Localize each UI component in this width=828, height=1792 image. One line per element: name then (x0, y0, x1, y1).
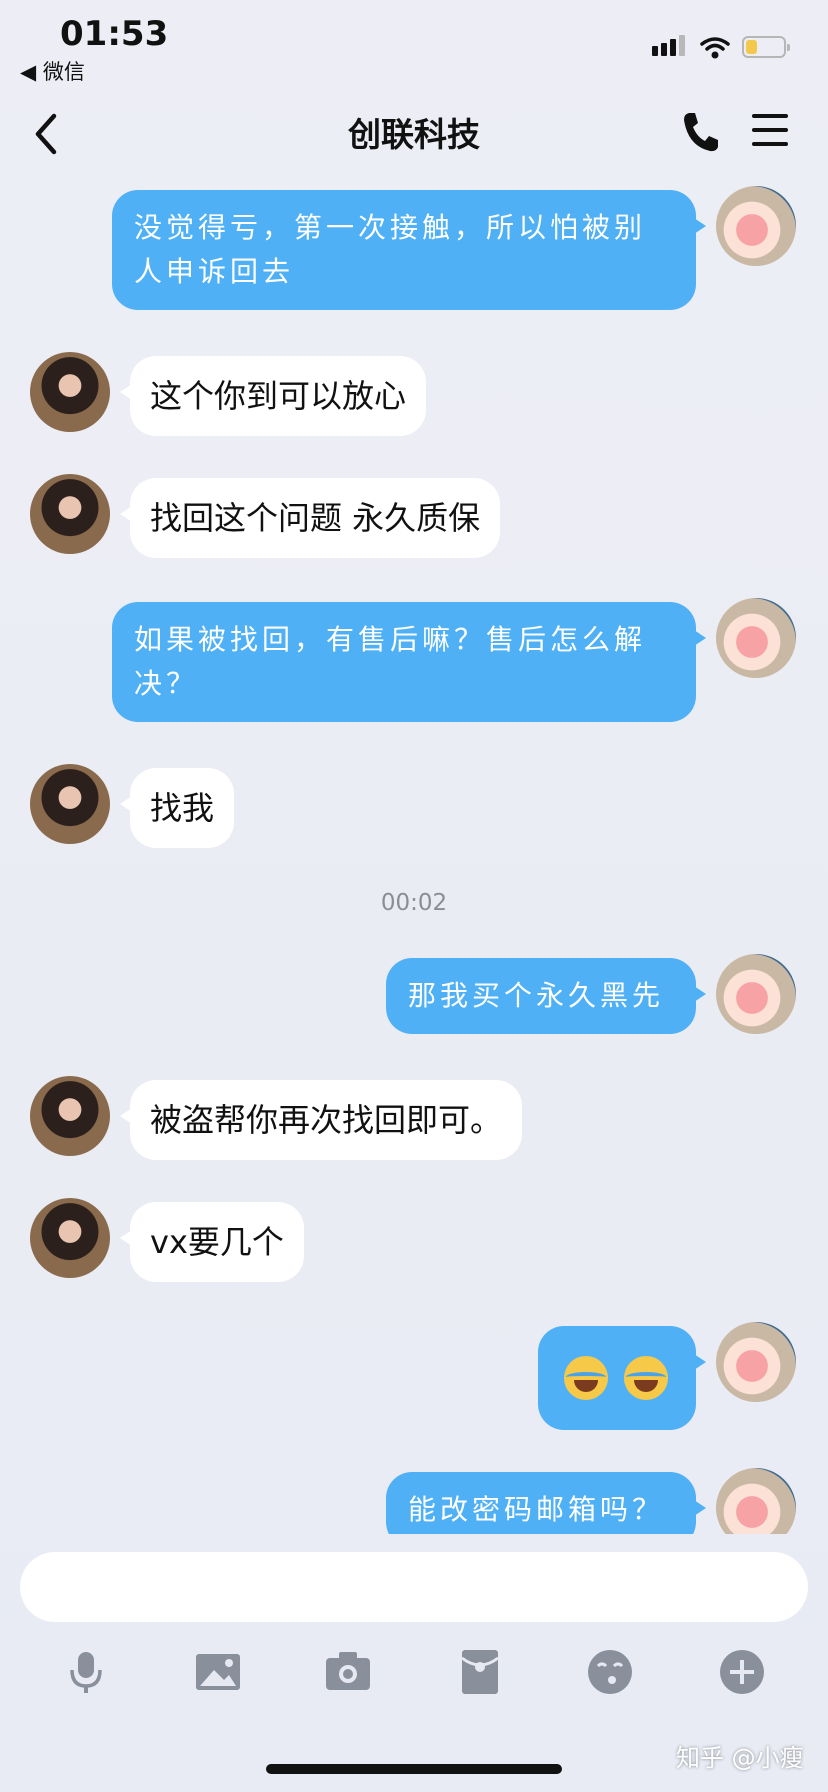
back-to-wechat-link[interactable]: ◀ 微信 (20, 56, 85, 86)
contact-avatar[interactable] (30, 1198, 110, 1278)
microphone-icon[interactable] (62, 1648, 110, 1696)
message-bubble-received[interactable]: 这个你到可以放心 (119, 356, 427, 436)
chat-screen: 01:53 ◀ 微信 创联科技 没觉得亏，第一次接触，所以怕被别人申诉回去 这个… (0, 0, 828, 1792)
status-time: 01:53 (60, 14, 169, 54)
my-avatar[interactable] (716, 1322, 796, 1402)
contact-avatar[interactable] (30, 352, 110, 432)
menu-icon[interactable] (752, 114, 788, 150)
status-bar: 01:53 ◀ 微信 (0, 0, 828, 90)
message-bubble-received[interactable]: 找回这个问题 永久质保 (119, 478, 501, 558)
message-bubble-received[interactable]: vx要几个 (120, 1202, 304, 1282)
message-list[interactable]: 没觉得亏，第一次接触，所以怕被别人申诉回去 这个你到可以放心 找回这个问题 永久… (0, 176, 828, 1534)
battery-level (746, 40, 757, 54)
message-input[interactable] (20, 1552, 808, 1622)
my-avatar[interactable] (716, 598, 796, 678)
contact-avatar[interactable] (30, 474, 110, 554)
message-timestamp: 00:02 (380, 890, 448, 916)
message-bubble-sent[interactable] (538, 1326, 706, 1430)
contact-avatar[interactable] (30, 764, 110, 844)
face-with-tears-of-joy-icon (624, 1355, 668, 1400)
watermark: 知乎 @小瘦 (676, 1744, 804, 1772)
message-bubble-received[interactable]: 被盗帮你再次找回即可。 (119, 1080, 523, 1160)
message-bubble-sent[interactable]: 能改密码邮箱吗？ (386, 1472, 706, 1534)
home-indicator[interactable] (266, 1764, 562, 1774)
phone-call-icon[interactable] (680, 110, 720, 154)
camera-icon[interactable] (324, 1648, 372, 1696)
face-with-tears-of-joy-icon (564, 1355, 608, 1400)
red-packet-icon[interactable] (456, 1648, 504, 1696)
message-bubble-received[interactable]: 找我 (119, 768, 235, 848)
nav-bar: 创联科技 (0, 92, 828, 176)
message-bubble-sent[interactable]: 那我买个永久黑先 (386, 958, 706, 1034)
plus-icon[interactable] (718, 1648, 766, 1696)
my-avatar[interactable] (716, 186, 796, 266)
my-avatar[interactable] (716, 1468, 796, 1534)
image-icon[interactable] (194, 1648, 242, 1696)
contact-avatar[interactable] (30, 1076, 110, 1156)
my-avatar[interactable] (716, 954, 796, 1034)
wifi-icon (700, 37, 730, 59)
message-bubble-sent[interactable]: 没觉得亏，第一次接触，所以怕被别人申诉回去 (112, 190, 706, 310)
cellular-signal-icon (652, 35, 685, 56)
battery-icon (742, 36, 790, 58)
emoji-icon[interactable] (586, 1648, 634, 1696)
input-toolbar (0, 1640, 828, 1702)
message-bubble-sent[interactable]: 如果被找回，有售后嘛？售后怎么解决？ (112, 602, 706, 722)
